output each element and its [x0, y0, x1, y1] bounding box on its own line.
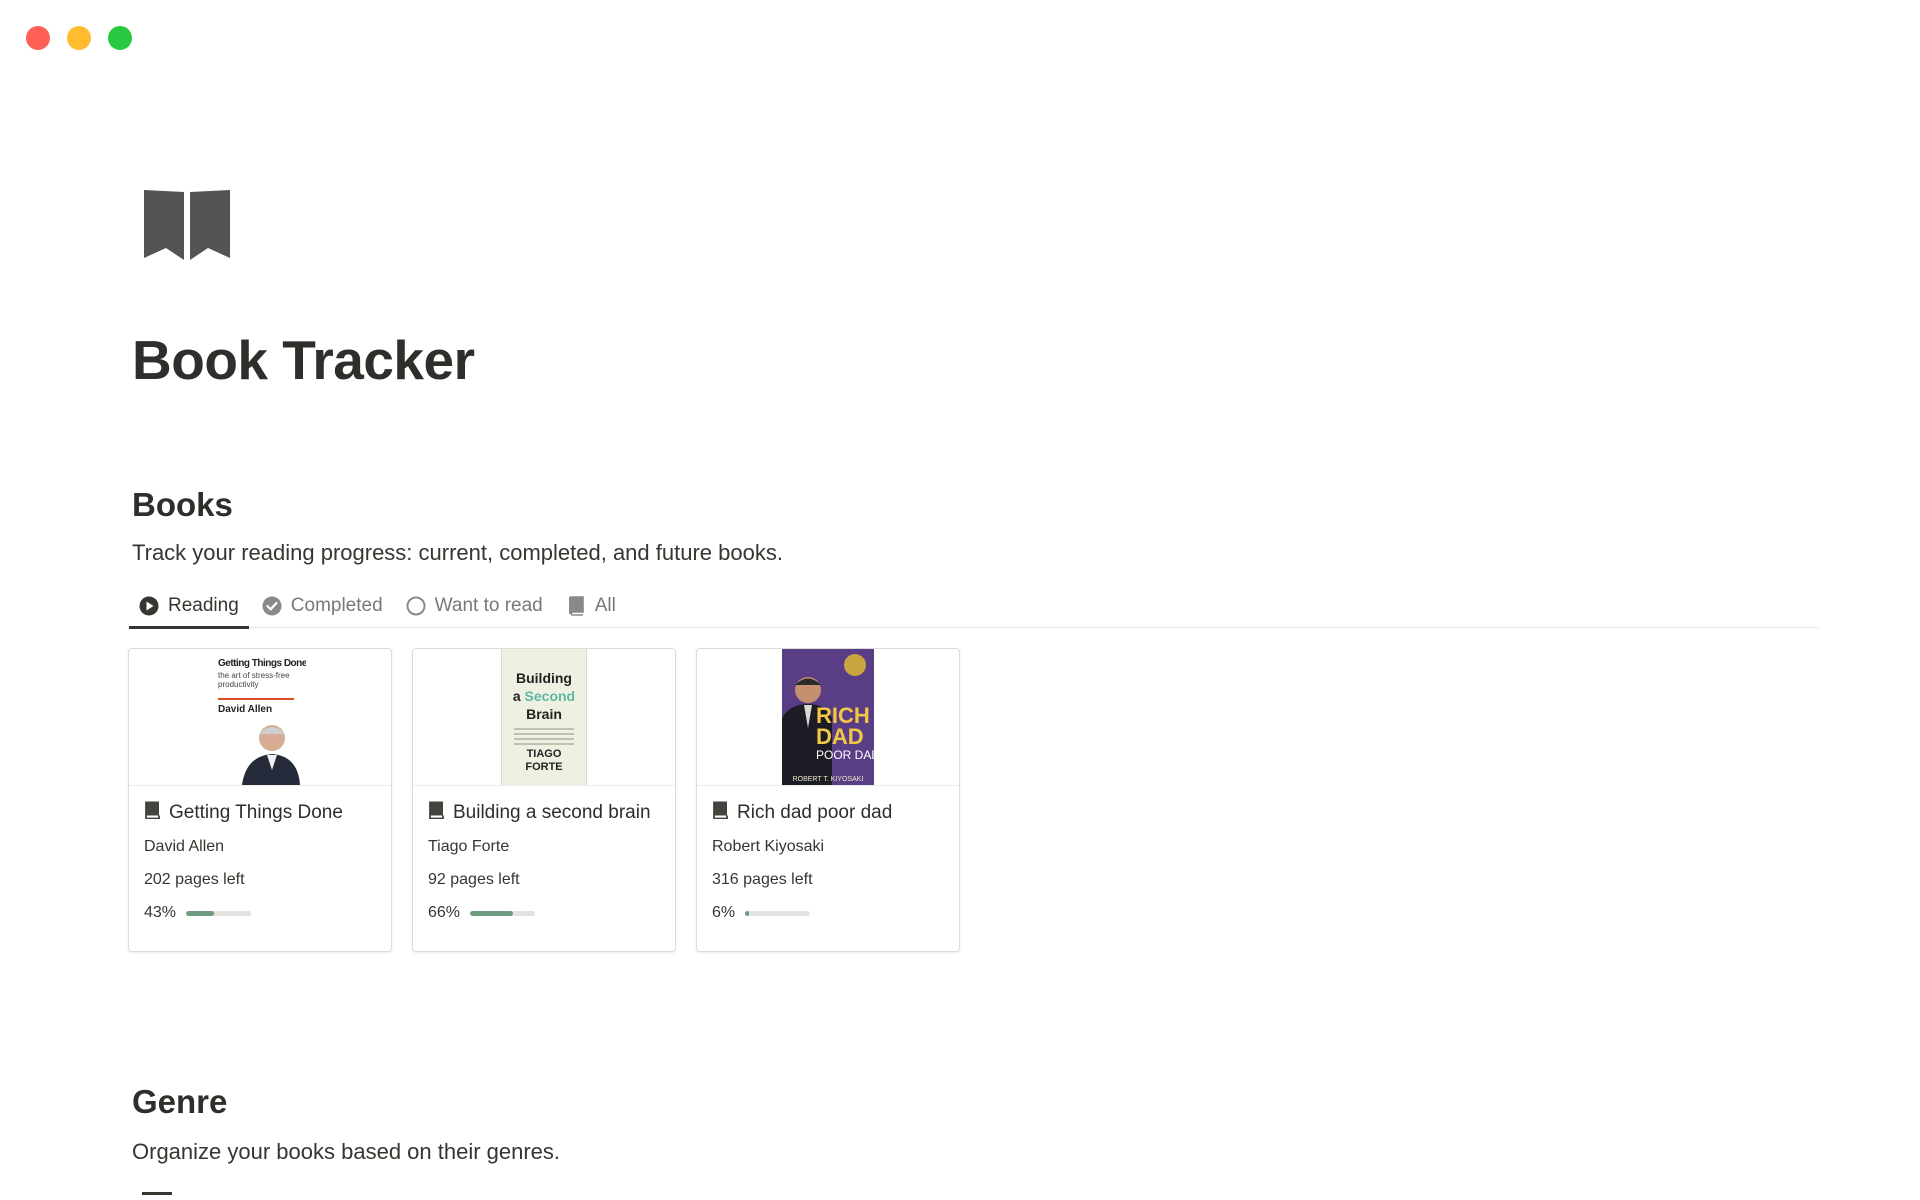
- cover-text: ROBERT T. KIYOSAKI: [792, 776, 864, 783]
- cover-text: Brain: [526, 706, 562, 722]
- card-title-text: Getting Things Done: [169, 802, 343, 823]
- card-title: Building a second brain: [428, 800, 660, 826]
- card-author: David Allen: [144, 838, 225, 855]
- progress-fill: [186, 910, 214, 916]
- card-author: Robert Kiyosaki: [712, 838, 825, 855]
- view-tabs: Reading Completed Want to read All: [129, 584, 1819, 629]
- cover-stripe: [218, 698, 294, 700]
- books-heading: Books: [132, 486, 233, 523]
- tab-completed[interactable]: Completed: [252, 584, 393, 628]
- card-progress: 6%: [712, 904, 944, 922]
- cover-rich-dad-poor-dad: RICH DAD POOR DAD ROBERT T. KIYOSAKI: [782, 649, 874, 785]
- play-circle-icon: [139, 596, 159, 616]
- close-window-button[interactable]: [26, 26, 50, 50]
- card-title: Getting Things Done: [144, 800, 376, 826]
- book-card[interactable]: RICH DAD POOR DAD ROBERT T. KIYOSAKI Ric…: [696, 648, 960, 952]
- tab-label: Want to read: [434, 595, 543, 616]
- cover-building-a-second-brain: Building a Second Brain TIAGO FORTE: [501, 649, 587, 785]
- tab-label: All: [594, 595, 616, 616]
- cover-text: the art of stress-free productivity: [218, 671, 290, 689]
- book-gallery: Getting Things Done the art of stress-fr…: [128, 648, 960, 952]
- cover-text: POOR DAD: [816, 748, 874, 762]
- cover-text: RICH: [816, 703, 870, 728]
- cover-text: TIAGO: [526, 748, 562, 760]
- tab-label: Completed: [290, 595, 383, 616]
- progress-label: 66%: [428, 904, 461, 921]
- empty-circle-icon: [406, 596, 426, 616]
- check-circle-icon: [262, 596, 282, 616]
- genre-description: Organize your books based on their genre…: [132, 1139, 561, 1164]
- cover-text: FORTE: [525, 761, 563, 773]
- card-author: Tiago Forte: [428, 838, 510, 855]
- cover-getting-things-done: Getting Things Done the art of stress-fr…: [214, 649, 306, 785]
- tab-all[interactable]: All: [556, 584, 626, 628]
- card-pages-left: 202 pages left: [144, 871, 245, 888]
- tab-want-to-read[interactable]: Want to read: [396, 584, 553, 628]
- maximize-window-button[interactable]: [108, 26, 132, 50]
- cover-text: a: [512, 688, 521, 704]
- progress-bar: [745, 910, 811, 916]
- cover-portrait: [242, 725, 300, 785]
- progress-fill: [470, 910, 513, 916]
- card-progress: 66%: [428, 904, 660, 922]
- cover-text: DAD: [816, 724, 864, 749]
- cover-text: Building: [516, 670, 572, 686]
- progress-bar: [470, 910, 536, 916]
- card-title-text: Building a second brain: [453, 802, 651, 823]
- cover-line: a Second: [502, 688, 586, 704]
- cover-text: David Allen: [218, 704, 273, 715]
- genre-view-tab-peek: [142, 1192, 172, 1200]
- card-progress: 43%: [144, 904, 376, 922]
- progress-fill: [745, 910, 750, 916]
- card-pages-left: 92 pages left: [428, 871, 520, 888]
- cover-subtitle-lines: [514, 728, 574, 746]
- progress-bar: [186, 910, 252, 916]
- open-book-icon[interactable]: [142, 188, 232, 264]
- book-card[interactable]: Getting Things Done the art of stress-fr…: [128, 648, 392, 952]
- cover-seal: [844, 654, 866, 676]
- book-icon: [144, 801, 160, 825]
- tab-label: Reading: [168, 595, 239, 616]
- cover-text: Second: [524, 688, 576, 704]
- genre-heading: Genre: [132, 1083, 228, 1120]
- book-cover: RICH DAD POOR DAD ROBERT T. KIYOSAKI: [697, 649, 959, 786]
- progress-label: 6%: [712, 904, 736, 921]
- book-icon: [566, 596, 586, 616]
- book-cover: Building a Second Brain TIAGO FORTE: [413, 649, 675, 786]
- card-title: Rich dad poor dad: [712, 800, 944, 826]
- card-title-text: Rich dad poor dad: [737, 802, 893, 823]
- book-icon: [712, 801, 728, 825]
- books-description: Track your reading progress: current, co…: [132, 540, 783, 565]
- minimize-window-button[interactable]: [67, 26, 91, 50]
- window-controls: [26, 26, 132, 50]
- tab-reading[interactable]: Reading: [129, 584, 249, 629]
- book-card[interactable]: Building a Second Brain TIAGO FORTE Buil…: [412, 648, 676, 952]
- cover-text: Getting Things Done: [218, 658, 306, 669]
- book-icon: [428, 801, 444, 825]
- book-cover: Getting Things Done the art of stress-fr…: [129, 649, 391, 786]
- progress-label: 43%: [144, 904, 177, 921]
- card-pages-left: 316 pages left: [712, 871, 813, 888]
- page-title: Book Tracker: [132, 329, 475, 391]
